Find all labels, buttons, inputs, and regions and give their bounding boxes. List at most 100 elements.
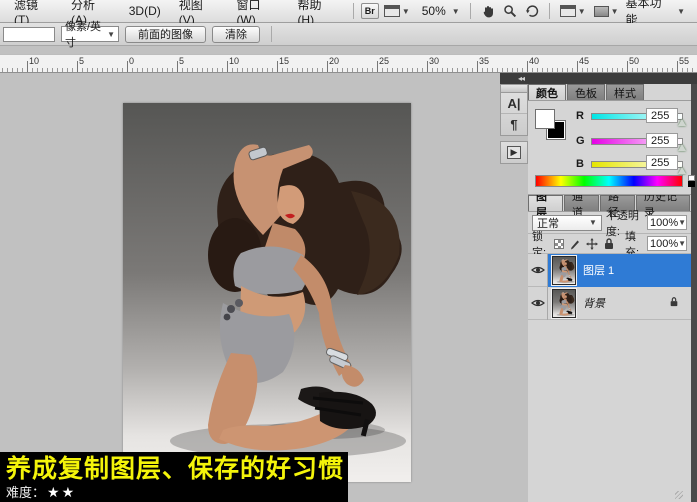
green-value-input[interactable]: 255 xyxy=(646,133,678,148)
launch-bridge-button[interactable]: Br xyxy=(361,3,379,19)
ruler-label: 20 xyxy=(329,56,339,66)
layer-thumbnail[interactable] xyxy=(552,256,576,285)
document-image[interactable] xyxy=(123,103,411,482)
zoom-tool-button[interactable] xyxy=(500,4,520,18)
chevron-down-icon: ▼ xyxy=(611,7,619,16)
menu-3d[interactable]: 3D(D) xyxy=(121,2,169,20)
chevron-down-icon: ▼ xyxy=(678,239,686,248)
hand-icon xyxy=(481,4,495,18)
layer-name[interactable]: 背景 xyxy=(583,295,605,311)
slider-handle-icon[interactable] xyxy=(678,144,686,151)
difficulty-label: 难度： xyxy=(6,484,45,501)
resolution-input[interactable] xyxy=(3,27,55,42)
paragraph-panel-icon[interactable]: ¶ xyxy=(501,114,527,135)
ruler-label: 10 xyxy=(29,56,39,66)
ruler-label: 45 xyxy=(579,56,589,66)
dock-collapse-bar[interactable]: ◂◂ xyxy=(500,73,697,84)
separator xyxy=(549,3,550,19)
arrange-documents-icon xyxy=(560,5,576,17)
chevron-down-icon: ▼ xyxy=(452,7,460,16)
layers-empty-area xyxy=(528,320,691,502)
lock-pixels-button[interactable] xyxy=(569,237,581,250)
chevron-down-icon: ▼ xyxy=(677,7,685,16)
ruler-label: 40 xyxy=(529,56,539,66)
color-swatches xyxy=(535,109,569,143)
play-icon: ▶ xyxy=(507,146,522,159)
lock-all-button[interactable] xyxy=(603,237,615,250)
layer-row-layer1[interactable]: 图层 1 xyxy=(528,254,691,287)
blue-value-input[interactable]: 255 xyxy=(646,155,678,170)
ruler-label: 5 xyxy=(179,56,184,66)
tab-history[interactable]: 历史记录 xyxy=(636,195,690,211)
red-channel-label: R xyxy=(576,110,586,122)
black-swatch[interactable] xyxy=(688,181,695,187)
screen-mode-dropdown[interactable]: ▼ xyxy=(591,6,622,17)
move-icon xyxy=(586,238,598,250)
red-value-input[interactable]: 255 xyxy=(646,108,678,123)
visibility-toggle[interactable] xyxy=(528,254,548,287)
horizontal-ruler[interactable]: 10 5 0 5 10 15 20 25 30 35 40 45 50 55 xyxy=(0,54,697,73)
collapsed-panel-strip: A| ¶ ▶ xyxy=(500,84,528,164)
layer-name[interactable]: 图层 1 xyxy=(583,262,614,278)
view-extras-icon xyxy=(384,5,400,17)
dock-edge-strip[interactable] xyxy=(691,84,697,502)
tab-color[interactable]: 颜色 xyxy=(528,84,566,100)
lock-position-button[interactable] xyxy=(586,237,598,250)
color-panel-tabs: 颜色 色板 样式 xyxy=(528,84,691,101)
collapse-panels-icon: ◂◂ xyxy=(518,74,524,83)
chevron-down-icon: ▼ xyxy=(589,218,597,227)
fill-value: 100% xyxy=(650,238,678,250)
difficulty-row: 难度： ★★ xyxy=(6,484,342,501)
tab-swatches[interactable]: 色板 xyxy=(567,84,605,100)
chevron-down-icon: ▼ xyxy=(402,7,410,16)
eye-icon xyxy=(531,298,545,308)
ruler-label: 10 xyxy=(229,56,239,66)
color-panel-body: R 255 G 255 B 255 xyxy=(528,101,691,195)
separator xyxy=(353,3,354,19)
lock-icon xyxy=(669,296,679,307)
color-spectrum-ramp[interactable] xyxy=(535,175,683,187)
unit-select[interactable]: 像素/英寸 ▼ xyxy=(61,26,119,42)
magnifier-icon xyxy=(503,4,517,18)
tool-options-bar: 像素/英寸 ▼ 前面的图像 清除 xyxy=(0,23,697,46)
panel-dock: ◂◂ A| ¶ ▶ 颜色 色板 样式 xyxy=(500,73,697,502)
separator xyxy=(271,26,272,42)
slider-handle-icon[interactable] xyxy=(678,167,686,174)
tab-channels[interactable]: 通道 xyxy=(564,195,599,211)
tab-styles[interactable]: 样式 xyxy=(606,84,644,100)
chevron-down-icon: ▼ xyxy=(578,7,586,16)
lock-transparency-button[interactable] xyxy=(554,237,564,250)
layer-thumbnail[interactable] xyxy=(552,289,576,318)
tab-layers[interactable]: 图层 xyxy=(528,195,563,211)
panel-resize-grip[interactable] xyxy=(675,491,683,499)
clear-button[interactable]: 清除 xyxy=(212,26,260,43)
eye-icon xyxy=(531,265,545,275)
zoom-level-value: 50% xyxy=(418,4,450,18)
rotate-view-button[interactable] xyxy=(522,4,542,18)
strip-grip[interactable] xyxy=(500,84,528,92)
zoom-level-dropdown[interactable]: 50% ▼ xyxy=(415,4,463,18)
ruler-label: 50 xyxy=(629,56,639,66)
slider-handle-icon[interactable] xyxy=(678,119,686,126)
view-extras-dropdown[interactable]: ▼ xyxy=(381,5,413,17)
character-panel-icon[interactable]: A| xyxy=(501,93,527,114)
layer-row-background[interactable]: 背景 xyxy=(528,287,691,320)
unit-value: 像素/英寸 xyxy=(65,18,107,50)
ruler-label: 5 xyxy=(79,56,84,66)
fill-input[interactable]: 100% ▼ xyxy=(647,236,687,251)
panel-column: 颜色 色板 样式 R 255 G 255 xyxy=(528,84,691,502)
foreground-color-swatch[interactable] xyxy=(535,109,555,129)
hand-tool-button[interactable] xyxy=(478,4,498,18)
arrange-documents-dropdown[interactable]: ▼ xyxy=(557,5,589,17)
opacity-input[interactable]: 100% ▼ xyxy=(647,215,687,230)
lock-row: 锁定: 填充: 100% ▼ xyxy=(528,234,691,254)
lock-icon xyxy=(603,237,615,250)
actions-panel-icon[interactable]: ▶ xyxy=(501,142,527,163)
background-lock xyxy=(669,296,679,310)
rotate-view-icon xyxy=(525,4,539,18)
visibility-toggle[interactable] xyxy=(528,287,548,320)
front-image-button[interactable]: 前面的图像 xyxy=(125,26,206,43)
ruler-label: 15 xyxy=(279,56,289,66)
blend-mode-row: 正常 ▼ 不透明度: 100% ▼ xyxy=(528,212,691,234)
transparency-icon xyxy=(554,239,564,249)
